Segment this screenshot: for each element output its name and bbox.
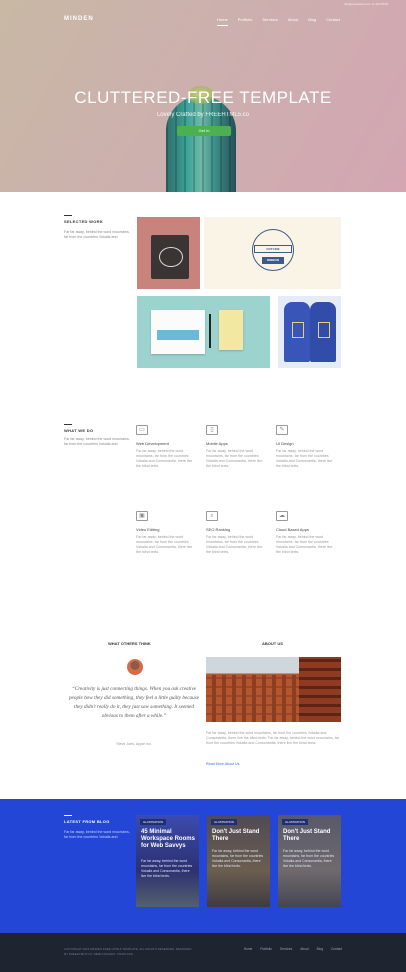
service-title: Web Development (136, 441, 169, 446)
top-contact-info: info@company.com +1 234 5678 (344, 2, 388, 6)
video-icon: ▣ (136, 511, 148, 521)
post-category-tag: ILLUSTRATION (140, 819, 166, 825)
nav-item-contact[interactable]: Contact (326, 17, 340, 26)
footer-nav-contact[interactable]: Contact (331, 947, 342, 951)
nav-item-about[interactable]: About (288, 17, 298, 26)
about-text: Far far away, behind the word mountains,… (206, 731, 339, 745)
cloud-icon: ☁ (276, 511, 288, 521)
post-excerpt: Far far away, behind the word mountains,… (283, 849, 335, 868)
service-mobile-apps: ▯ Mobile Apps Far far away, behind the w… (206, 425, 266, 469)
post-title[interactable]: 45 Minimal Workspace Rooms for Web Savvy… (141, 829, 195, 850)
search-icon: ⌕ (206, 511, 218, 521)
post-category-tag: ILLUSTRATION (282, 819, 308, 825)
service-text: Far far away, behind the word mountains,… (276, 535, 333, 554)
service-cloud-apps: ☁ Cloud Based Apps Far far away, behind … (276, 511, 336, 555)
top-navbar: info@company.com +1 234 5678 MINDEN Home… (0, 2, 406, 28)
work-tile-tote-bag[interactable] (137, 217, 200, 289)
service-ui-design: ✎ UI Design Far far away, behind the wor… (276, 425, 336, 469)
service-text: Far far away, behind the word mountains,… (206, 449, 263, 468)
services-section-label: WHAT WE DO (64, 428, 94, 433)
service-text: Far far away, behind the word mountains,… (136, 535, 193, 554)
hero-subtitle: Lovely Crafted by FREEHTML5.co (156, 112, 250, 118)
blog-label-rule (64, 815, 72, 816)
testimonial-quote: “Creativity is just connecting things. W… (68, 686, 200, 719)
work-tile-stationery[interactable] (137, 296, 270, 368)
service-title: Mobile Apps (206, 441, 228, 446)
service-title: SEO Ranking (206, 527, 231, 532)
post-excerpt: Far far away, behind the word mountains,… (141, 859, 193, 878)
post-title[interactable]: Don't Just Stand There (283, 829, 337, 843)
service-text: Far far away, behind the word mountains,… (276, 449, 333, 468)
main-nav: Home Portfolio Services About Blog Conta… (217, 17, 340, 26)
about-read-more-link[interactable]: Read More About Us (206, 762, 239, 766)
business-card-image (219, 310, 243, 350)
post-title[interactable]: Don't Just Stand There (212, 829, 266, 843)
window-icon: ▭ (136, 425, 148, 435)
footer-nav: Home Portfolio Services About Blog Conta… (244, 947, 342, 951)
footer-nav-blog[interactable]: Blog (317, 947, 323, 951)
work-section-blurb: Far far away, behind the word mountains,… (64, 230, 130, 239)
about-section-label: ABOUT US (262, 641, 283, 646)
about-building-image (206, 657, 341, 722)
phone-icon: ▯ (206, 425, 218, 435)
blog-section-label: LATEST FROM BLOG (64, 819, 110, 824)
footer-nav-services[interactable]: Services (280, 947, 292, 951)
blog-post-card[interactable]: ILLUSTRATION 45 Minimal Workspace Rooms … (136, 815, 199, 907)
post-category-tag: ILLUSTRATION (211, 819, 237, 825)
service-web-development: ▭ Web Development Far far away, behind t… (136, 425, 196, 469)
blog-section-blurb: Far far away, behind the word mountains,… (64, 830, 130, 839)
avatar (127, 659, 143, 675)
site-footer: COPYRIGHT 2016 MINDEN FREE HTML5 TEMPLAT… (0, 933, 406, 972)
hero-cactus-image (166, 86, 236, 192)
nav-item-home[interactable]: Home (217, 17, 228, 26)
pen-image (209, 314, 211, 348)
letterhead-image (151, 310, 205, 354)
service-text: Far far away, behind the word mountains,… (136, 449, 193, 468)
nav-item-services[interactable]: Services (262, 17, 277, 26)
ribbon-caption-secondary: RIBBON (262, 257, 284, 264)
hero-cta-button[interactable]: Get In (177, 126, 231, 136)
work-label-rule (64, 215, 72, 216)
brand-logo[interactable]: MINDEN (64, 16, 94, 22)
work-section-label: SELECTED WORK (64, 219, 104, 224)
post-excerpt: Far far away, behind the word mountains,… (212, 849, 264, 868)
footer-nav-home[interactable]: Home (244, 947, 253, 951)
blog-post-card[interactable]: ILLUSTRATION Don't Just Stand There Far … (207, 815, 270, 907)
service-title: Video Editing (136, 527, 160, 532)
tank-top-image (310, 302, 336, 362)
nav-item-blog[interactable]: Blog (308, 17, 316, 26)
footer-nav-about[interactable]: About (300, 947, 308, 951)
service-text: Far far away, behind the word mountains,… (206, 535, 263, 554)
testimonial-author: Steve Jobs, Apple Inc. (116, 742, 152, 746)
ribbon-caption: OUTLINE (254, 245, 292, 253)
service-video-editing: ▣ Video Editing Far far away, behind the… (136, 511, 196, 555)
work-tile-tank-tops[interactable] (278, 296, 341, 368)
hero-title: CLUTTERED-FREE TEMPLATE (74, 88, 332, 107)
tote-bag-image (151, 235, 189, 279)
service-seo-ranking: ⌕ SEO Ranking Far far away, behind the w… (206, 511, 266, 555)
tank-top-image (284, 302, 310, 362)
service-title: Cloud Based Apps (276, 527, 309, 532)
footer-copyright: COPYRIGHT 2016 MINDEN FREE HTML5 TEMPLAT… (64, 947, 192, 956)
hero-section: info@company.com +1 234 5678 MINDEN Home… (0, 0, 406, 192)
work-tile-outline-ribbon[interactable]: OUTLINE RIBBON (204, 217, 341, 289)
blog-section: LATEST FROM BLOG Far far away, behind th… (0, 799, 406, 933)
service-title: UI Design (276, 441, 294, 446)
testimonial-section-label: WHAT OTHERS THINK (108, 641, 151, 646)
footer-nav-portfolio[interactable]: Portfolio (260, 947, 272, 951)
services-label-rule (64, 424, 72, 425)
pencil-icon: ✎ (276, 425, 288, 435)
nav-item-portfolio[interactable]: Portfolio (238, 17, 253, 26)
services-section-blurb: Far far away, behind the word mountains,… (64, 437, 130, 446)
blog-post-card[interactable]: ILLUSTRATION Don't Just Stand There Far … (278, 815, 341, 907)
